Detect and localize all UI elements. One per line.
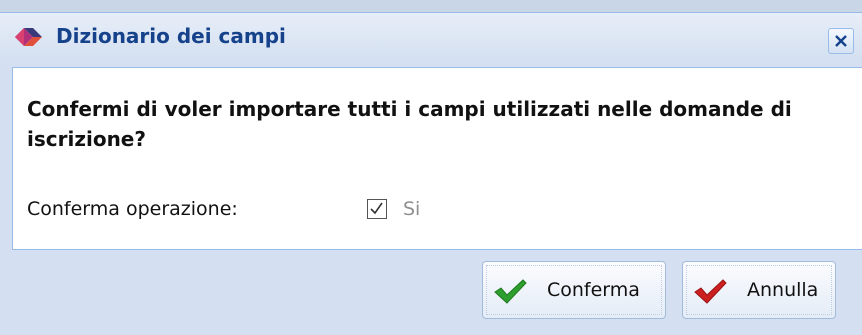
confirm-question: Confermi di voler importare tutti i camp… xyxy=(27,97,792,151)
confirm-checkbox[interactable] xyxy=(367,199,387,219)
checkbox-label[interactable]: Si xyxy=(403,198,420,220)
checkmark-icon xyxy=(370,202,383,215)
confirm-operation-label: Conferma operazione: xyxy=(27,198,238,220)
confirm-button[interactable]: Conferma xyxy=(482,261,666,319)
red-check-icon xyxy=(693,278,727,304)
background-text-fragment: ▔▔▔▔▔▔ xyxy=(700,0,748,7)
dialog-titlebar[interactable]: Dizionario dei campi xyxy=(0,13,862,59)
close-button[interactable] xyxy=(828,28,854,54)
dialog-body: Confermi di voler importare tutti i camp… xyxy=(12,67,862,250)
background-text-fragment: ▔▔▔▔▔▔▔▔ ▔▔▔ xyxy=(40,0,131,7)
cancel-button[interactable]: Annulla xyxy=(682,261,836,319)
cancel-button-label: Annulla xyxy=(747,279,819,301)
close-icon xyxy=(835,35,847,47)
dialog-title: Dizionario dei campi xyxy=(56,24,286,48)
diamond-app-icon xyxy=(12,25,46,49)
green-check-icon xyxy=(493,278,527,304)
confirm-dialog: Dizionario dei campi Confermi di voler i… xyxy=(0,12,862,335)
background-window-strip: ▔▔▔▔▔▔▔▔ ▔▔▔ ▔▔▔▔▔▔ xyxy=(0,0,862,12)
confirm-button-label: Conferma xyxy=(547,279,640,301)
